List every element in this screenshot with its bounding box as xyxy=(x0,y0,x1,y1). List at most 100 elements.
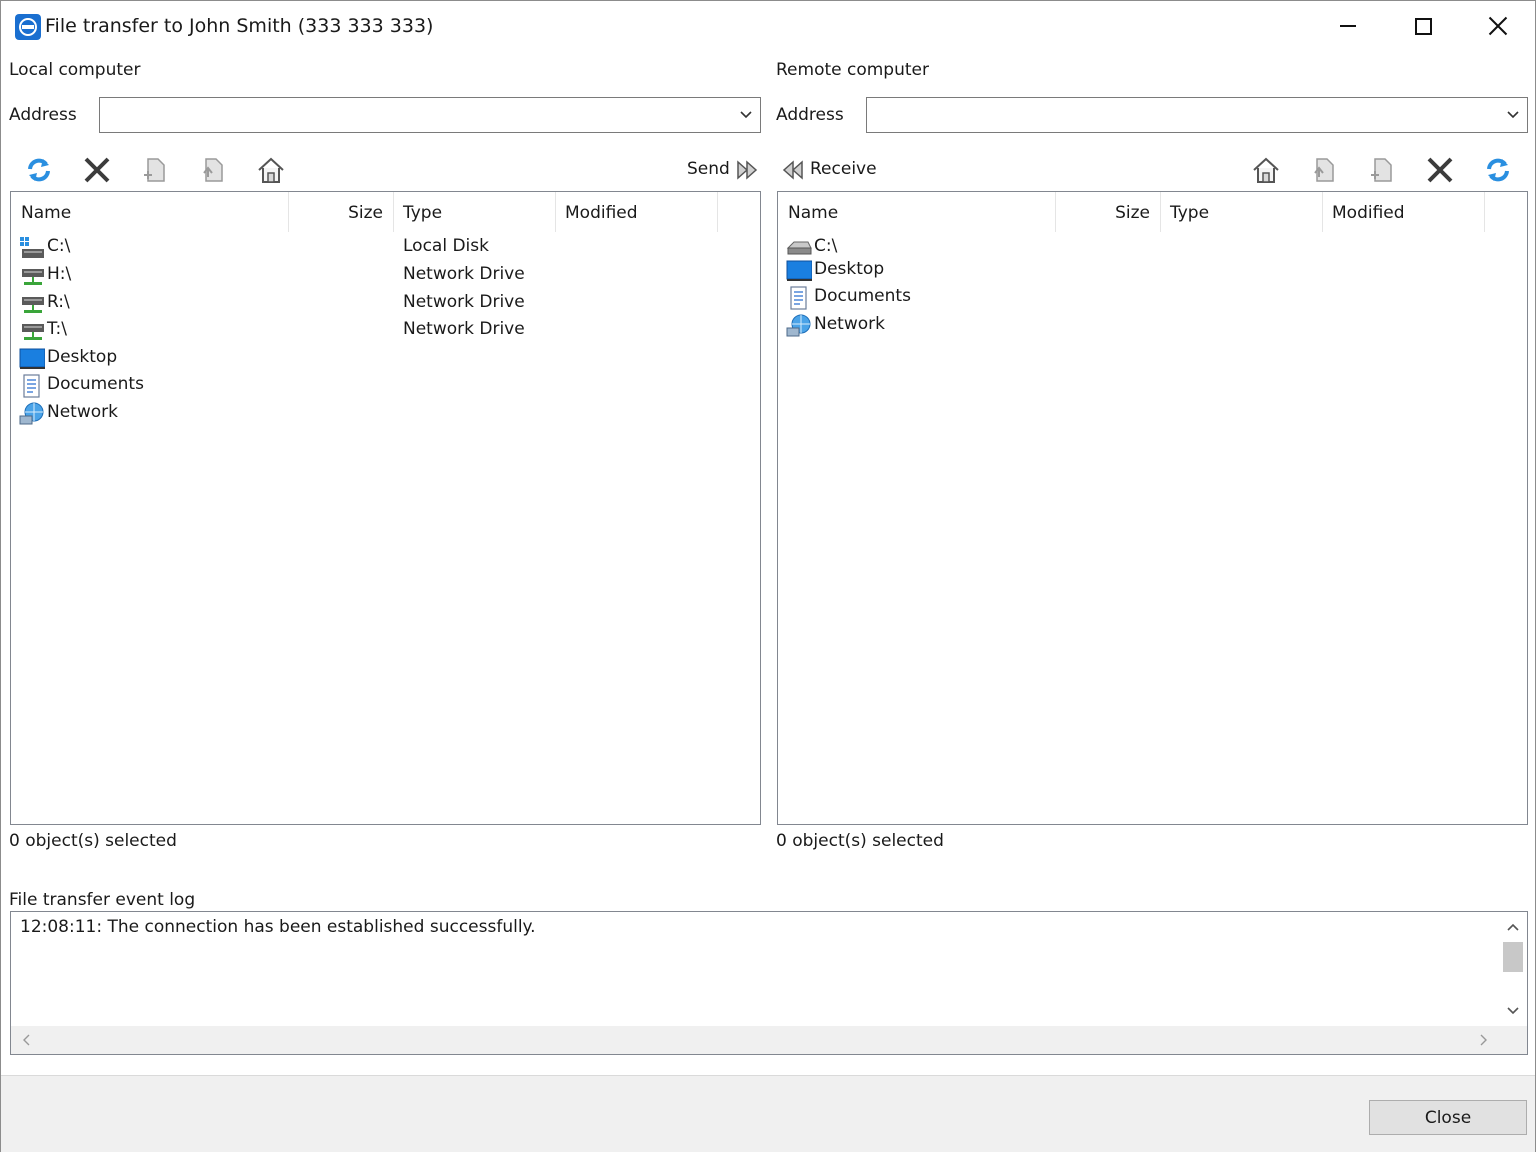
chevron-left-icon[interactable] xyxy=(21,1034,33,1046)
delete-local-button[interactable] xyxy=(81,154,113,186)
chevron-down-icon[interactable] xyxy=(1507,108,1519,120)
minimize-button[interactable] xyxy=(1311,1,1385,51)
receive-label[interactable]: Receive xyxy=(810,159,877,179)
chevron-down-icon[interactable] xyxy=(740,108,752,120)
new-folder-local-button[interactable] xyxy=(139,154,171,186)
remote-list-item[interactable]: Documents xyxy=(778,284,1527,311)
item-name: Documents xyxy=(814,286,911,306)
event-log-heading: File transfer event log xyxy=(9,890,195,910)
remote-list-item[interactable]: Desktop xyxy=(778,257,1527,284)
network-icon xyxy=(19,402,45,426)
maximize-button[interactable] xyxy=(1386,1,1460,51)
new-folder-remote-button[interactable] xyxy=(1366,154,1398,186)
local-file-list[interactable]: Name Size Type Modified C:\ Local Disk H… xyxy=(10,191,761,825)
local-list-item[interactable]: H:\ Network Drive xyxy=(11,262,760,289)
up-folder-icon xyxy=(1309,155,1339,185)
local-list-header: Name Size Type Modified xyxy=(11,192,760,232)
item-name: Desktop xyxy=(814,259,884,279)
up-folder-icon xyxy=(198,155,228,185)
remote-col-modified[interactable]: Modified xyxy=(1322,192,1484,232)
close-button[interactable]: Close xyxy=(1369,1100,1527,1135)
local-list-item[interactable]: Documents xyxy=(11,372,760,399)
item-name: Desktop xyxy=(47,347,117,367)
item-name: H:\ xyxy=(47,264,71,284)
dialog-footer: Close xyxy=(1,1075,1535,1152)
documents-icon xyxy=(19,374,45,398)
close-icon xyxy=(1488,16,1508,36)
window-title: File transfer to John Smith (333 333 333… xyxy=(45,15,433,37)
close-window-button[interactable] xyxy=(1461,1,1535,51)
local-list-item[interactable]: R:\ Network Drive xyxy=(11,290,760,317)
parent-folder-remote-button[interactable] xyxy=(1308,154,1340,186)
local-address-label: Address xyxy=(9,105,77,125)
item-type: Network Drive xyxy=(403,264,525,284)
refresh-icon xyxy=(24,155,54,185)
network-drive-icon xyxy=(19,319,45,343)
log-horizontal-scrollbar[interactable] xyxy=(11,1026,1527,1054)
local-col-type[interactable]: Type xyxy=(393,192,555,232)
remote-list-item[interactable]: Network xyxy=(778,312,1527,339)
send-label[interactable]: Send xyxy=(687,159,730,179)
chevron-right-icon[interactable] xyxy=(1477,1034,1489,1046)
send-arrows-icon xyxy=(732,155,762,185)
desktop-icon xyxy=(19,347,45,371)
minimize-icon xyxy=(1340,25,1356,27)
refresh-icon xyxy=(1483,155,1513,185)
local-computer-heading: Local computer xyxy=(9,60,140,80)
refresh-remote-button[interactable] xyxy=(1482,154,1514,186)
chevron-up-icon[interactable] xyxy=(1507,922,1519,934)
item-type: Network Drive xyxy=(403,319,525,339)
local-list-item[interactable]: Network xyxy=(11,400,760,427)
delete-icon xyxy=(1425,155,1455,185)
remote-status: 0 object(s) selected xyxy=(776,831,944,851)
receive-arrows-icon xyxy=(778,155,808,185)
remote-col-size[interactable]: Size xyxy=(1055,192,1160,232)
local-list-item[interactable]: T:\ Network Drive xyxy=(11,317,760,344)
local-col-name[interactable]: Name xyxy=(11,192,288,232)
delete-remote-button[interactable] xyxy=(1424,154,1456,186)
network-icon xyxy=(786,314,812,338)
log-vertical-scrollbar[interactable] xyxy=(1499,912,1527,1026)
item-name: Documents xyxy=(47,374,144,394)
item-name: R:\ xyxy=(47,292,70,312)
home-icon xyxy=(256,155,286,185)
remote-col-type[interactable]: Type xyxy=(1160,192,1322,232)
chevron-down-icon[interactable] xyxy=(1507,1004,1519,1016)
local-col-modified[interactable]: Modified xyxy=(555,192,717,232)
send-button[interactable] xyxy=(731,154,763,186)
home-local-button[interactable] xyxy=(255,154,287,186)
receive-button[interactable] xyxy=(777,154,809,186)
remote-col-name[interactable]: Name xyxy=(778,192,1055,232)
remote-file-list[interactable]: Name Size Type Modified C:\ Desktop xyxy=(777,191,1528,825)
teamviewer-icon xyxy=(15,14,41,40)
remote-address-label: Address xyxy=(776,105,844,125)
parent-folder-local-button[interactable] xyxy=(197,154,229,186)
local-disk-icon xyxy=(19,236,45,260)
new-folder-icon xyxy=(1367,155,1397,185)
network-drive-icon xyxy=(19,264,45,288)
title-bar: File transfer to John Smith (333 333 333… xyxy=(1,1,1535,51)
event-log-box[interactable]: 12:08:11: The connection has been establ… xyxy=(10,911,1528,1055)
item-type: Local Disk xyxy=(403,236,489,256)
local-list-item[interactable]: C:\ Local Disk xyxy=(11,234,760,261)
scroll-thumb[interactable] xyxy=(1503,942,1523,972)
local-address-combobox[interactable] xyxy=(99,97,761,133)
refresh-local-button[interactable] xyxy=(23,154,55,186)
file-transfer-window: File transfer to John Smith (333 333 333… xyxy=(0,0,1536,1152)
documents-icon xyxy=(786,286,812,310)
desktop-icon xyxy=(786,259,812,283)
remote-address-combobox[interactable] xyxy=(866,97,1528,133)
home-icon xyxy=(1251,155,1281,185)
remote-computer-heading: Remote computer xyxy=(776,60,929,80)
local-status: 0 object(s) selected xyxy=(9,831,177,851)
network-drive-icon xyxy=(19,292,45,316)
item-type: Network Drive xyxy=(403,292,525,312)
item-name: C:\ xyxy=(47,236,70,256)
maximize-icon xyxy=(1415,18,1432,35)
item-name: Network xyxy=(47,402,118,422)
local-col-size[interactable]: Size xyxy=(288,192,393,232)
home-remote-button[interactable] xyxy=(1250,154,1282,186)
local-list-item[interactable]: Desktop xyxy=(11,345,760,372)
item-name: C:\ xyxy=(814,236,837,256)
item-name: T:\ xyxy=(47,319,67,339)
